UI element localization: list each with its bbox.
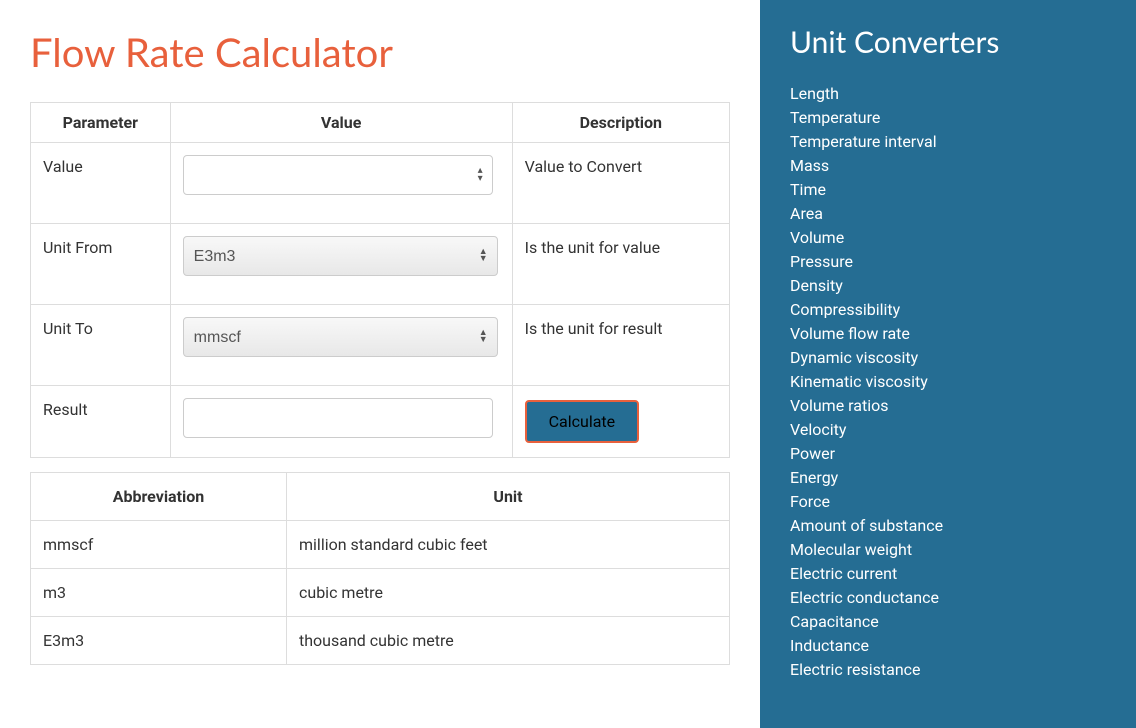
- sidebar-item-electric-conductance[interactable]: Electric conductance: [790, 586, 1106, 610]
- abbr-cell: mmscf: [31, 521, 287, 569]
- abbr-row: E3m3 thousand cubic metre: [31, 617, 730, 665]
- sidebar-item-temperature[interactable]: Temperature: [790, 106, 1106, 130]
- abbr-row: mmscf million standard cubic feet: [31, 521, 730, 569]
- sidebar: Unit Converters Length Temperature Tempe…: [760, 0, 1136, 728]
- sidebar-item-inductance[interactable]: Inductance: [790, 634, 1106, 658]
- sidebar-item-volume[interactable]: Volume: [790, 226, 1106, 250]
- abbr-header-unit: Unit: [287, 473, 730, 521]
- unit-cell: thousand cubic metre: [287, 617, 730, 665]
- sidebar-item-power[interactable]: Power: [790, 442, 1106, 466]
- sidebar-title: Unit Converters: [790, 24, 1106, 60]
- calculate-button[interactable]: Calculate: [525, 400, 640, 443]
- abbr-row: m3 cubic metre: [31, 569, 730, 617]
- calc-header-parameter: Parameter: [31, 103, 171, 143]
- calc-label-value: Value: [31, 143, 171, 224]
- sidebar-item-pressure[interactable]: Pressure: [790, 250, 1106, 274]
- calculator-table: Parameter Value Description Value ▴▾ Val…: [30, 102, 730, 458]
- sidebar-item-energy[interactable]: Energy: [790, 466, 1106, 490]
- sidebar-item-velocity[interactable]: Velocity: [790, 418, 1106, 442]
- sidebar-item-mass[interactable]: Mass: [790, 154, 1106, 178]
- abbreviation-table: Abbreviation Unit mmscf million standard…: [30, 472, 730, 665]
- sidebar-item-volume-ratios[interactable]: Volume ratios: [790, 394, 1106, 418]
- value-input[interactable]: [183, 155, 493, 195]
- sidebar-item-kinematic-viscosity[interactable]: Kinematic viscosity: [790, 370, 1106, 394]
- sidebar-item-capacitance[interactable]: Capacitance: [790, 610, 1106, 634]
- sidebar-item-temperature-interval[interactable]: Temperature interval: [790, 130, 1106, 154]
- sidebar-item-volume-flow-rate[interactable]: Volume flow rate: [790, 322, 1106, 346]
- sidebar-item-dynamic-viscosity[interactable]: Dynamic viscosity: [790, 346, 1106, 370]
- calc-desc-unit-from: Is the unit for value: [512, 224, 729, 305]
- sidebar-item-force[interactable]: Force: [790, 490, 1106, 514]
- calc-row-unit-from: Unit From E3m3 ▲▼ Is the unit for value: [31, 224, 730, 305]
- sidebar-item-compressibility[interactable]: Compressibility: [790, 298, 1106, 322]
- abbr-header-abbr: Abbreviation: [31, 473, 287, 521]
- sidebar-item-amount-of-substance[interactable]: Amount of substance: [790, 514, 1106, 538]
- calc-row-result: Result Calculate: [31, 386, 730, 458]
- unit-from-select[interactable]: E3m3: [183, 236, 498, 276]
- calc-desc-value: Value to Convert: [512, 143, 729, 224]
- main-content: Flow Rate Calculator Parameter Value Des…: [0, 0, 760, 728]
- unit-to-select[interactable]: mmscf: [183, 317, 498, 357]
- calc-header-value: Value: [170, 103, 512, 143]
- sidebar-item-molecular-weight[interactable]: Molecular weight: [790, 538, 1106, 562]
- unit-cell: cubic metre: [287, 569, 730, 617]
- sidebar-item-electric-current[interactable]: Electric current: [790, 562, 1106, 586]
- calc-desc-unit-to: Is the unit for result: [512, 305, 729, 386]
- sidebar-list: Length Temperature Temperature interval …: [790, 82, 1106, 682]
- page-title: Flow Rate Calculator: [30, 28, 730, 76]
- sidebar-item-density[interactable]: Density: [790, 274, 1106, 298]
- sidebar-item-length[interactable]: Length: [790, 82, 1106, 106]
- sidebar-item-electric-resistance[interactable]: Electric resistance: [790, 658, 1106, 682]
- calc-label-unit-from: Unit From: [31, 224, 171, 305]
- calc-label-result: Result: [31, 386, 171, 458]
- calc-header-description: Description: [512, 103, 729, 143]
- abbr-cell: E3m3: [31, 617, 287, 665]
- calc-row-value: Value ▴▾ Value to Convert: [31, 143, 730, 224]
- result-input[interactable]: [183, 398, 493, 438]
- sidebar-item-area[interactable]: Area: [790, 202, 1106, 226]
- sidebar-item-time[interactable]: Time: [790, 178, 1106, 202]
- calc-label-unit-to: Unit To: [31, 305, 171, 386]
- abbr-cell: m3: [31, 569, 287, 617]
- calc-row-unit-to: Unit To mmscf ▲▼ Is the unit for result: [31, 305, 730, 386]
- unit-cell: million standard cubic feet: [287, 521, 730, 569]
